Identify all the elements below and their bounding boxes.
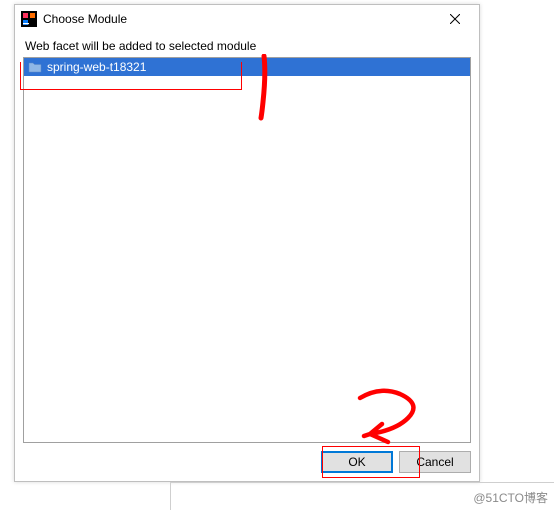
dialog-titlebar[interactable]: Choose Module [15, 5, 479, 33]
module-list[interactable]: spring-web-t18321 [23, 57, 471, 443]
choose-module-dialog: Choose Module Web facet will be added to… [14, 4, 480, 482]
folder-icon [28, 60, 42, 74]
dialog-subtitle: Web facet will be added to selected modu… [15, 33, 479, 57]
dialog-button-row: OK Cancel [321, 451, 471, 473]
module-item-label: spring-web-t18321 [47, 60, 146, 74]
ok-button[interactable]: OK [321, 451, 393, 473]
dialog-title: Choose Module [43, 12, 435, 26]
background-edge-vertical [170, 482, 171, 510]
cancel-button[interactable]: Cancel [399, 451, 471, 473]
close-icon [450, 14, 460, 24]
watermark-text: @51CTO博客 [473, 489, 548, 506]
close-button[interactable] [435, 7, 475, 31]
module-item[interactable]: spring-web-t18321 [24, 58, 470, 76]
intellij-icon [21, 11, 37, 27]
background-edge [170, 482, 554, 483]
